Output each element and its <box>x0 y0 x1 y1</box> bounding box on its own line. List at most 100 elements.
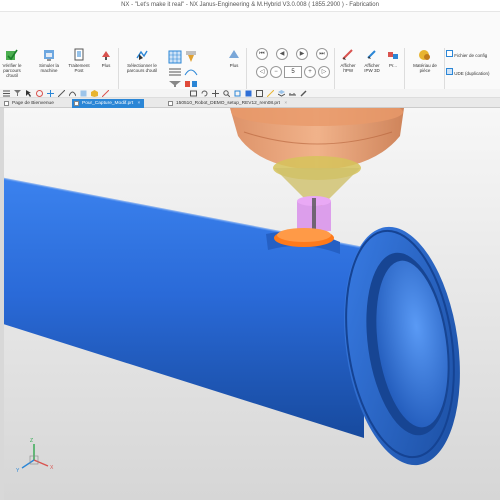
filter-icon[interactable] <box>14 90 21 97</box>
shade-icon[interactable] <box>245 90 252 97</box>
triad-x-label: X <box>50 465 54 471</box>
select-toolpath-button[interactable]: Sélectionner le parcours d'outil <box>124 48 160 73</box>
tool-head-model[interactable] <box>230 108 404 247</box>
pencil-icon[interactable] <box>300 90 307 97</box>
ude-icon <box>446 68 453 75</box>
tab-welcome[interactable]: Page de Bienvenue <box>2 99 58 108</box>
display-tool-button[interactable] <box>184 50 198 65</box>
show-ipw-button[interactable]: Afficher l'IPW <box>336 48 360 73</box>
display-filter-button[interactable] <box>168 80 182 89</box>
graphics-viewport[interactable]: Z X Y <box>4 108 500 500</box>
triad-y-label: Y <box>16 468 20 474</box>
more-button-3[interactable]: Pr... <box>386 48 400 68</box>
list-icon <box>169 68 181 76</box>
face-icon[interactable] <box>80 90 87 97</box>
minus-icon: − <box>274 69 278 75</box>
edge-icon[interactable] <box>102 90 109 97</box>
close-icon[interactable]: × <box>138 101 141 106</box>
select-toolpath-label: Sélectionner le parcours d'outil <box>126 63 158 73</box>
display-path-button[interactable] <box>184 67 198 78</box>
postprocess-label: Traitement Post <box>68 63 90 73</box>
arc-icon[interactable] <box>69 90 76 97</box>
decrease-speed-button[interactable]: − <box>270 66 282 78</box>
step-back-icon: ◀ <box>279 51 285 57</box>
separator <box>246 48 247 92</box>
more3-label: Pr... <box>388 63 397 68</box>
layer-icon[interactable] <box>278 90 285 97</box>
simulate-label: Simuler la machine <box>38 63 59 73</box>
pan-icon[interactable] <box>212 90 219 97</box>
title-bar: NX - "Let's make it real" - NX Janus-Eng… <box>0 0 500 12</box>
play-reverse-button[interactable]: ◁ <box>256 66 268 78</box>
play-button[interactable]: ▷ <box>318 66 330 78</box>
skip-back-button[interactable]: ⏮ <box>256 48 268 60</box>
show-ipw-label: Afficher l'IPW <box>340 63 356 73</box>
color-icon <box>185 81 197 87</box>
display-color-button[interactable] <box>184 80 198 89</box>
separator <box>404 48 405 92</box>
ipw-icon <box>342 49 353 60</box>
more2-label: Plus <box>229 63 239 68</box>
wireframe-icon[interactable] <box>256 90 263 97</box>
part-material-label: Matériau de pièce <box>413 63 437 73</box>
body-icon[interactable] <box>91 90 98 97</box>
play-icon: ▷ <box>321 69 327 75</box>
more-button-1[interactable]: Plus <box>98 48 114 68</box>
config-file-icon <box>446 50 453 57</box>
tool-display-icon <box>186 51 196 62</box>
tab-label: Page de Bienvenue <box>12 101 54 106</box>
snap-icon[interactable] <box>36 90 43 97</box>
ipw-3d-icon <box>367 50 376 59</box>
display-grid-button[interactable] <box>168 50 182 65</box>
close-icon[interactable]: × <box>284 101 287 106</box>
step-back-button[interactable]: ◀ <box>276 48 288 60</box>
grid-display-icon <box>168 50 182 64</box>
measure-icon[interactable] <box>289 90 296 97</box>
select-icon[interactable] <box>25 90 32 97</box>
postprocess-button[interactable]: Traitement Post <box>66 48 92 73</box>
ude-label: UDE (duplication) <box>454 71 490 76</box>
show-ipw-3d-button[interactable]: Afficher IPW 3D <box>360 48 384 73</box>
more-button-2[interactable]: Plus <box>226 48 242 68</box>
more-icon <box>229 50 239 58</box>
filter-icon <box>169 81 181 87</box>
secondary-toolbar <box>0 89 500 98</box>
view-icon[interactable] <box>190 90 197 97</box>
section-icon[interactable] <box>267 90 274 97</box>
ude-button[interactable]: UDE (duplication) <box>446 68 490 76</box>
skip-forward-button[interactable]: ⏭ <box>316 48 328 60</box>
point-icon[interactable] <box>47 90 54 97</box>
line-icon[interactable] <box>58 90 65 97</box>
menu-icon[interactable] <box>3 90 10 97</box>
tab-label: 150510_Robot_DEMO_setup_REV12_rem08.prt <box>176 101 280 106</box>
fit-icon[interactable] <box>234 90 241 97</box>
part-file-icon <box>168 101 173 106</box>
show-ipw-3d-label: Afficher IPW 3D <box>364 63 380 73</box>
play-reverse-icon: ◁ <box>259 69 265 75</box>
simulate-machine-button[interactable]: Simuler la machine <box>38 48 60 73</box>
postprocess-icon <box>74 48 84 61</box>
pipe-model[interactable] <box>4 177 474 473</box>
zoom-icon[interactable] <box>223 90 230 97</box>
part-material-button[interactable]: Matériau de pièce <box>408 48 442 73</box>
ribbon: Vérifier le parcours d'outil Simuler la … <box>0 12 500 96</box>
machine-icon <box>44 50 54 61</box>
triad-z-label: Z <box>30 438 33 444</box>
scene-svg[interactable]: Z X Y <box>4 108 500 500</box>
plus-icon: + <box>308 69 312 75</box>
view-triad[interactable]: Z X Y <box>16 438 54 474</box>
increase-speed-button[interactable]: + <box>304 66 316 78</box>
display-list-button[interactable] <box>168 67 182 78</box>
rotate-icon[interactable] <box>201 90 208 97</box>
speed-field[interactable]: 5 <box>284 66 302 78</box>
verify-toolpath-button[interactable]: Vérifier le parcours d'outil <box>2 48 22 78</box>
config-file-button[interactable]: Fichier de config <box>446 50 487 58</box>
tab-robot-demo[interactable]: 150510_Robot_DEMO_setup_REV12_rem08.prt … <box>166 99 291 108</box>
part-file-icon <box>74 101 79 106</box>
more-icon <box>102 51 110 60</box>
step-forward-button[interactable]: ▶ <box>296 48 308 60</box>
tab-pour-capture[interactable]: Pour_Capture_Modif.prt × <box>72 99 145 108</box>
verify-label: Vérifier le parcours d'outil <box>2 63 22 78</box>
document-tabs: Page de Bienvenue Pour_Capture_Modif.prt… <box>0 98 500 108</box>
skip-forward-icon: ⏭ <box>319 51 325 57</box>
